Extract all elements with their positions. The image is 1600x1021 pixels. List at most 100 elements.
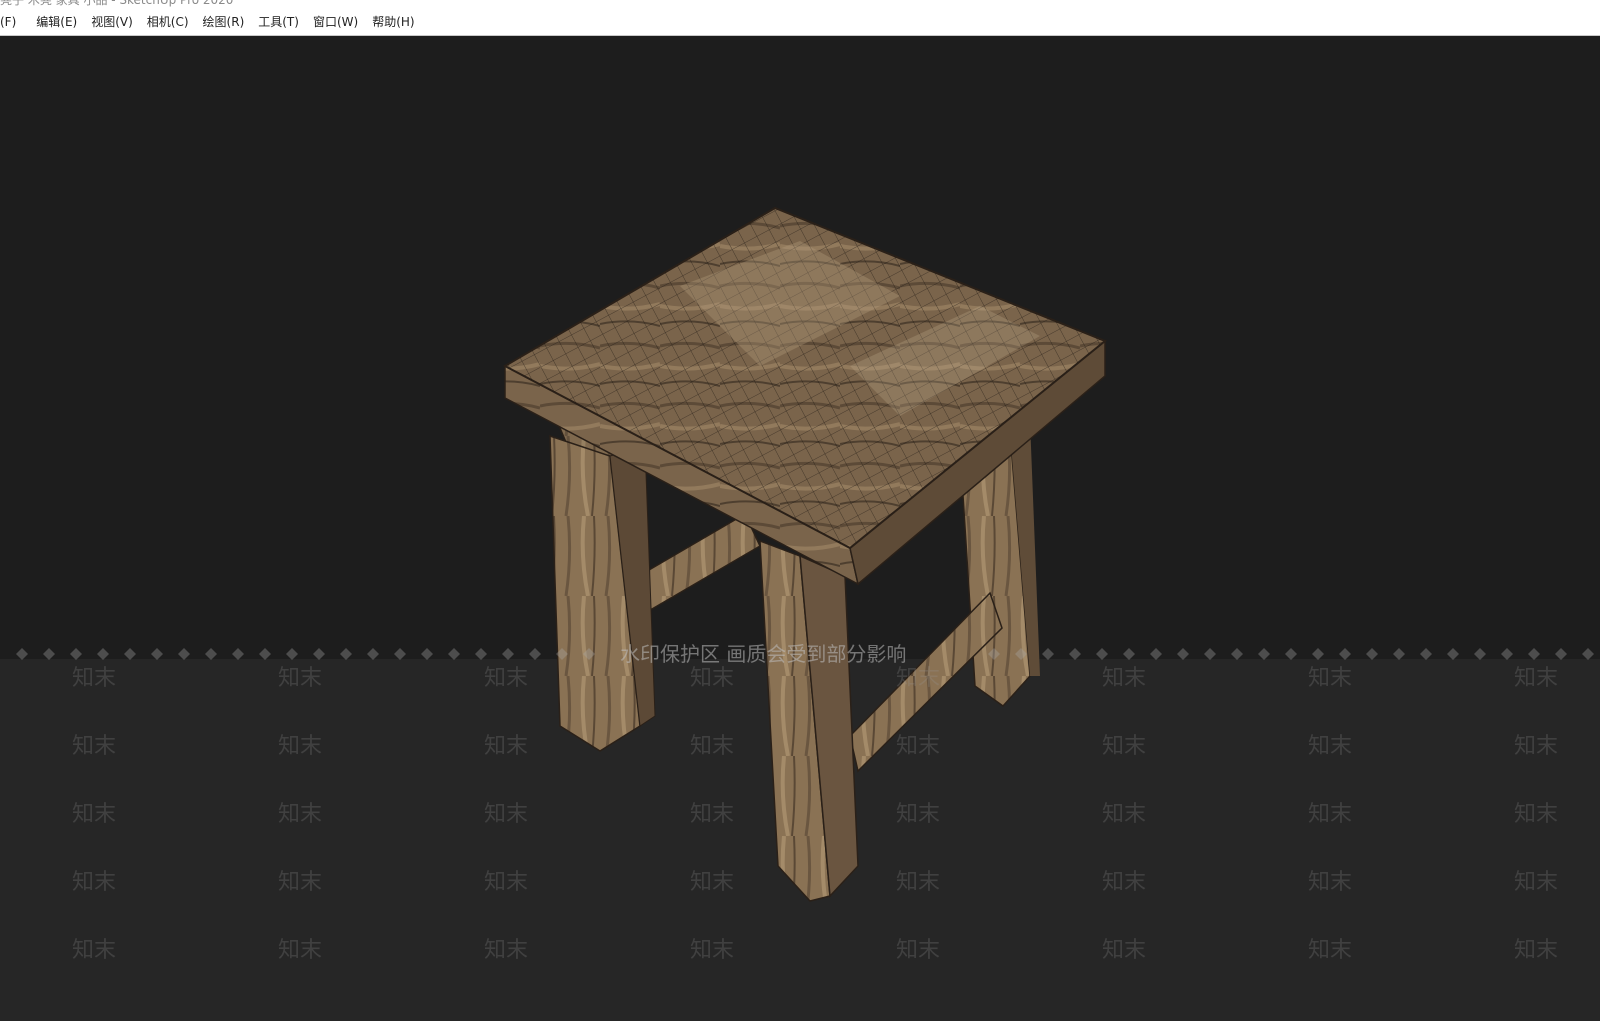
watermark-brand-text: 知末 [896,802,941,827]
watermark-diamond [1528,648,1540,660]
watermark-diamond [124,648,136,660]
watermark-diamond [97,648,109,660]
watermark-brand-text: 知末 [484,666,529,691]
watermark-brand-text: 知末 [1308,666,1353,691]
watermark-diamond [70,648,82,660]
watermark-diamond [1420,648,1432,660]
watermark-diamond [1069,648,1081,660]
menu-help[interactable]: 帮助(H) [365,10,421,35]
watermark-diamond [583,648,595,660]
watermark-brand-text: 知末 [278,734,323,759]
watermark-brand-text: 知末 [896,938,941,963]
watermark-brand-text: 知末 [278,938,323,963]
watermark-diamond [1015,648,1027,660]
watermark-brand-text: 知末 [72,802,117,827]
watermark-diamond [394,648,406,660]
watermark-brand-text: 知末 [1102,870,1147,895]
watermark-diamond [43,648,55,660]
watermark-diamond [988,648,1000,660]
watermark-diamond [1555,648,1567,660]
window-title: 凳子 木凳 家具 小品 - SketchUp Pro 2020 [0,0,234,7]
watermark-brand-text: 知末 [1102,802,1147,827]
watermark-diamond [1258,648,1270,660]
watermark-brand-text: 知末 [896,870,941,895]
watermark-brand-text: 知末 [1308,870,1353,895]
watermark-brand-text: 知末 [896,734,941,759]
watermark-diamond [367,648,379,660]
menu-camera[interactable]: 相机(C) [140,10,196,35]
watermark-diamond [1231,648,1243,660]
watermark-brand-text: 知末 [278,802,323,827]
watermark-brand-text: 知末 [278,870,323,895]
watermark-diamond [1096,648,1108,660]
stool-leg-front [759,539,859,902]
watermark-brand-text: 知末 [1308,938,1353,963]
watermark-diamond [340,648,352,660]
watermark-diamond [1150,648,1162,660]
watermark-diamond [1339,648,1351,660]
watermark-brand-text: 知末 [72,666,117,691]
watermark-brand-text: 知末 [484,938,529,963]
watermark-diamond [448,648,460,660]
watermark-diamond [502,648,514,660]
menu-bar: (F) 编辑(E) 视图(V) 相机(C) 绘图(R) 工具(T) 窗口(W) … [0,10,1600,36]
menu-edit[interactable]: 编辑(E) [29,10,84,35]
watermark-diamond [1393,648,1405,660]
watermark-diamond [178,648,190,660]
watermark-brand-text: 知末 [484,870,529,895]
watermark-brand-text: 知末 [1514,870,1559,895]
watermark-brand-text: 知末 [896,666,941,691]
watermark-brand-text: 知末 [1102,734,1147,759]
watermark-brand-text: 知末 [1514,734,1559,759]
menu-draw[interactable]: 绘图(R) [196,10,252,35]
watermark-diamond [286,648,298,660]
watermark-diamond [529,648,541,660]
watermark-diamond [1447,648,1459,660]
watermark-brand-text: 知末 [1102,938,1147,963]
watermark-diamond [556,648,568,660]
watermark-diamond [475,648,487,660]
menu-window[interactable]: 窗口(W) [306,10,365,35]
model-viewport[interactable]: 水印保护区 画质会受到部分影响 知末 知末 知末 知末 知末 知末 知末 知末 知末 知末 知末 知末… [0,36,1600,1021]
watermark-diamond [1501,648,1513,660]
watermark-diamond [1366,648,1378,660]
watermark-diamond [259,648,271,660]
watermark-brand-text: 知末 [1514,666,1559,691]
watermark-brand-text: 知末 [1514,802,1559,827]
watermark-brand-text: 知末 [484,734,529,759]
watermark-brand-text: 知末 [278,666,323,691]
watermark-notice: 水印保护区 画质会受到部分影响 [0,644,1600,664]
watermark-brand-text: 知末 [72,938,117,963]
watermark-brand-text: 知末 [690,938,735,963]
watermark-brand-text: 知末 [1514,938,1559,963]
watermark-diamond [1474,648,1486,660]
menu-view[interactable]: 视图(V) [84,10,140,35]
watermark-diamond [16,648,28,660]
watermark-brand-text: 知末 [72,734,117,759]
watermark-diamond [1285,648,1297,660]
watermark-diamond [313,648,325,660]
watermark-brand-text: 知末 [72,870,117,895]
watermark-brand-text: 知末 [690,802,735,827]
watermark-diamond [421,648,433,660]
watermark-brand-text: 知末 [1308,802,1353,827]
watermark-diamond [1042,648,1054,660]
menu-tools[interactable]: 工具(T) [251,10,306,35]
stool-model [502,206,1107,902]
watermark-diamond [1312,648,1324,660]
watermark-brand-text: 知末 [690,734,735,759]
watermark-brand-text: 知末 [690,666,735,691]
watermark-brand-text: 知末 [690,870,735,895]
watermark-diamond [205,648,217,660]
menu-file[interactable]: (F) [0,10,23,35]
watermark-diamond [232,648,244,660]
watermark-notice-text: 水印保护区 画质会受到部分影响 [620,642,907,666]
stool-leg-front-left [549,434,656,752]
watermark-diamond [1204,648,1216,660]
title-bar: 凳子 木凳 家具 小品 - SketchUp Pro 2020 [0,0,1600,10]
watermark-brand-text: 知末 [484,802,529,827]
watermark-diamond [1177,648,1189,660]
watermark-diamond [151,648,163,660]
watermark-brand-text: 知末 [1308,734,1353,759]
watermark-diamond [1123,648,1135,660]
